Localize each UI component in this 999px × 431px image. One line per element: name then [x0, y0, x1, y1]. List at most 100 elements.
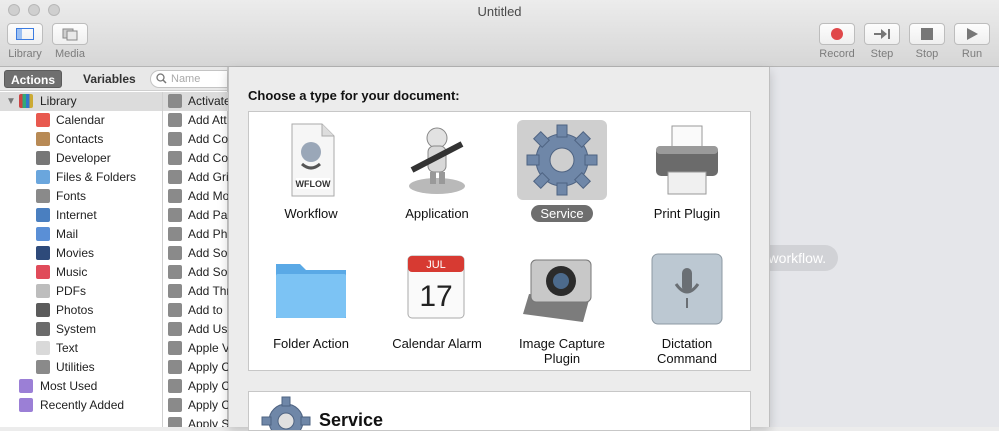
action-label: Add Gri [188, 170, 228, 184]
type-workflow[interactable]: WFLOW Workflow [249, 120, 373, 221]
document-type-grid: WFLOW Workflow Application Service Print… [248, 111, 751, 371]
type-calendar-alarm[interactable]: JUL 17 Calendar Alarm [375, 250, 499, 351]
library-item[interactable]: Text [0, 339, 162, 358]
action-label: Add Us [188, 322, 228, 336]
stop-button[interactable]: Stop [904, 23, 950, 60]
library-item[interactable]: Mail [0, 225, 162, 244]
smart-folder-icon [19, 398, 33, 412]
media-icon [62, 28, 78, 41]
document-type-sheet: Choose a type for your document: WFLOW W… [228, 67, 770, 431]
chooser-prompt: Choose a type for your document: [248, 88, 460, 103]
library-label: Library [8, 48, 42, 60]
library-item-label: Mail [56, 227, 79, 241]
library-item[interactable]: Photos [0, 301, 162, 320]
calendar-icon: JUL 17 [392, 250, 482, 330]
action-label: Add So [188, 246, 228, 260]
action-item[interactable]: Add Gri [163, 168, 228, 187]
library-item-label: Contacts [56, 132, 104, 146]
search-input[interactable]: Name [150, 70, 228, 88]
action-label: Apple V [188, 341, 228, 355]
library-item[interactable]: Fonts [0, 187, 162, 206]
tab-variables[interactable]: Variables [77, 70, 142, 88]
action-item[interactable]: Add Co [163, 130, 228, 149]
category-icon [36, 170, 50, 184]
action-item[interactable]: Add Ph [163, 225, 228, 244]
category-icon [36, 322, 50, 336]
action-item[interactable]: Add Mo [163, 187, 228, 206]
action-item[interactable]: Add Att [163, 111, 228, 130]
stop-label: Stop [915, 48, 939, 60]
step-label: Step [870, 48, 894, 60]
action-icon [168, 379, 182, 393]
tab-actions[interactable]: Actions [4, 70, 63, 88]
category-icon [36, 151, 50, 165]
library-item-label: Files & Folders [56, 170, 137, 184]
step-button[interactable]: Step [859, 23, 905, 60]
library-tree: ▼ Library Calendar Contacts Developer Files… [0, 92, 162, 427]
library-tabs: Actions Variables Name [0, 67, 228, 91]
library-root-label: Library [40, 94, 77, 108]
library-item[interactable]: Movies [0, 244, 162, 263]
library-books-icon [19, 94, 33, 108]
action-item[interactable]: Add Thr [163, 282, 228, 301]
action-item[interactable]: Apply C [163, 377, 228, 396]
action-item[interactable]: Add Us [163, 320, 228, 339]
type-description-panel: Service [248, 391, 751, 431]
search-icon [156, 73, 167, 84]
type-application[interactable]: Application [375, 120, 499, 221]
action-item[interactable]: Add So [163, 263, 228, 282]
library-item[interactable]: Calendar [0, 111, 162, 130]
window-toolbar: Untitled Library Media Record Step Stop … [0, 0, 999, 67]
library-item[interactable]: Contacts [0, 130, 162, 149]
action-icon [168, 227, 182, 241]
calendar-day: 17 [419, 280, 452, 313]
action-item[interactable]: Add So [163, 244, 228, 263]
action-item[interactable]: Apply C [163, 396, 228, 415]
type-service[interactable]: Service [500, 120, 624, 222]
action-icon [168, 208, 182, 222]
action-item[interactable]: Add Co [163, 149, 228, 168]
disclosure-triangle-icon: ▼ [6, 96, 16, 107]
media-button[interactable]: Media [47, 23, 93, 60]
type-dictation-command[interactable]: Dictation Command [625, 250, 749, 366]
action-item[interactable]: Apply C [163, 358, 228, 377]
action-icon [168, 398, 182, 412]
action-label: Add Mo [188, 189, 228, 203]
gear-icon [517, 120, 607, 200]
smart-group-label: Most Used [40, 379, 98, 393]
library-item[interactable]: Files & Folders [0, 168, 162, 187]
action-item[interactable]: Apply S [163, 415, 228, 427]
library-item-label: Calendar [56, 113, 105, 127]
type-label: Application [405, 206, 469, 221]
calendar-month: JUL [426, 259, 446, 271]
search-placeholder: Name [171, 73, 201, 85]
description-title: Service [319, 410, 384, 430]
library-item[interactable]: Utilities [0, 358, 162, 377]
library-item[interactable]: Internet [0, 206, 162, 225]
action-item[interactable]: Apple V [163, 339, 228, 358]
smart-group-item[interactable]: Most Used [0, 377, 162, 396]
run-button[interactable]: Run [949, 23, 995, 60]
library-item[interactable]: System [0, 320, 162, 339]
record-button[interactable]: Record [814, 23, 860, 60]
type-label: Calendar Alarm [392, 336, 482, 351]
action-icon [168, 170, 182, 184]
type-print-plugin[interactable]: Print Plugin [625, 120, 749, 221]
library-toggle-button[interactable]: Library [2, 23, 48, 60]
action-item[interactable]: Add Pa [163, 206, 228, 225]
type-folder-action[interactable]: Folder Action [249, 250, 373, 351]
smart-group-item[interactable]: Recently Added [0, 396, 162, 415]
action-label: Add Co [188, 151, 228, 165]
library-root[interactable]: ▼ Library [0, 92, 162, 111]
action-label: Apply C [188, 398, 228, 412]
library-panel: Actions Variables Name ▼ Library Calenda… [0, 67, 228, 427]
action-item[interactable]: Activate [163, 92, 228, 111]
type-image-capture-plugin[interactable]: Image Capture Plugin [500, 250, 624, 366]
action-label: Apply C [188, 379, 228, 393]
library-item[interactable]: Music [0, 263, 162, 282]
action-icon [168, 322, 182, 336]
library-item[interactable]: PDFs [0, 282, 162, 301]
action-item[interactable]: Add to [163, 301, 228, 320]
library-item-label: Internet [56, 208, 97, 222]
library-item[interactable]: Developer [0, 149, 162, 168]
